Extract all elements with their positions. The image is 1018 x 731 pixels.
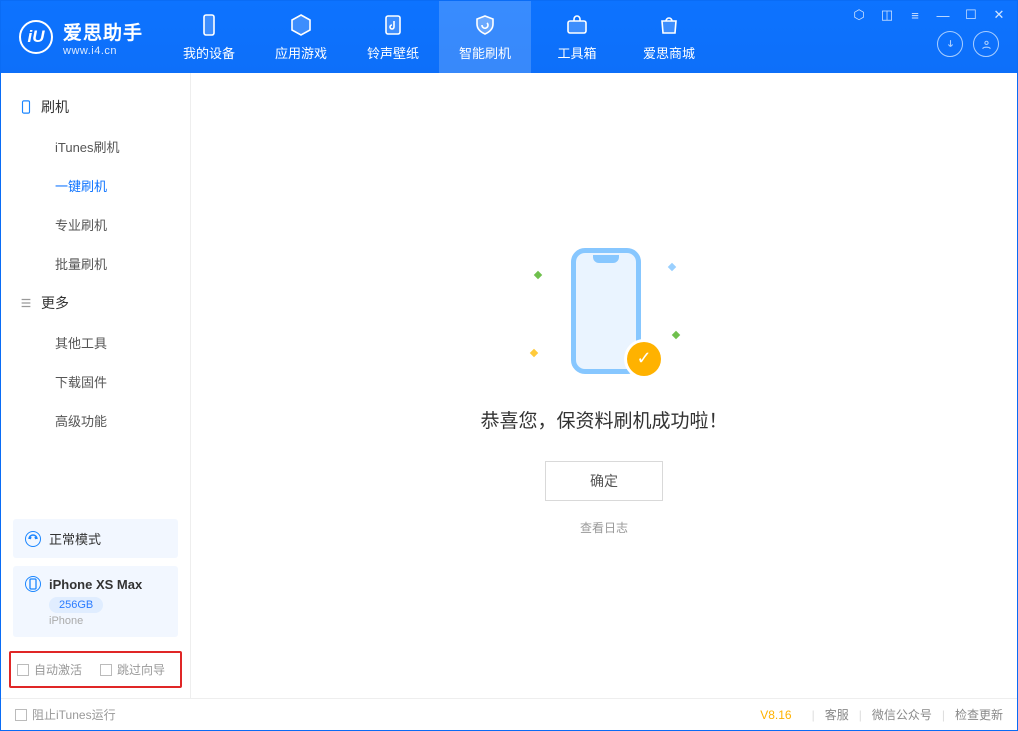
- close-button[interactable]: ✕: [991, 7, 1007, 23]
- sidebar-item-one-click-flash[interactable]: 一键刷机: [1, 166, 190, 205]
- titlebar-right: ⬡ ◫ ≡ ― ☐ ✕: [851, 1, 1017, 73]
- checkbox-block-itunes[interactable]: 阻止iTunes运行: [15, 706, 116, 723]
- nav-my-device[interactable]: 我的设备: [163, 1, 255, 73]
- checkbox-label: 阻止iTunes运行: [32, 706, 116, 723]
- section-title: 更多: [41, 293, 69, 313]
- sidebar-item-advanced[interactable]: 高级功能: [1, 401, 190, 440]
- sidebar-item-download-firmware[interactable]: 下载固件: [1, 362, 190, 401]
- titlebar: iU 爱思助手 www.i4.cn 我的设备 应用游戏 铃声壁纸 智能刷机: [1, 1, 1017, 73]
- version-label: V8.16: [760, 708, 791, 722]
- link-check-update[interactable]: 检查更新: [955, 706, 1003, 723]
- checkbox-auto-activate[interactable]: 自动激活: [17, 661, 82, 678]
- device-type: iPhone: [49, 615, 166, 627]
- checkbox-label: 自动激活: [34, 661, 82, 678]
- refresh-shield-icon: [473, 13, 497, 37]
- header-tools: [937, 31, 1007, 57]
- main-content: ✓ 恭喜您，保资料刷机成功啦！ 确定 查看日志: [191, 73, 1017, 698]
- mode-icon: [25, 531, 41, 547]
- nav-label: 爱思商城: [643, 43, 695, 62]
- checkbox-icon: [100, 664, 112, 676]
- minimize-button[interactable]: ―: [935, 8, 951, 23]
- checkbox-icon: [17, 664, 29, 676]
- account-button[interactable]: [973, 31, 999, 57]
- body: 刷机 iTunes刷机 一键刷机 专业刷机 批量刷机 更多 其他工具 下载固件 …: [1, 73, 1017, 698]
- app-window: iU 爱思助手 www.i4.cn 我的设备 应用游戏 铃声壁纸 智能刷机: [0, 0, 1018, 731]
- sidebar-item-other-tools[interactable]: 其他工具: [1, 323, 190, 362]
- device-card[interactable]: iPhone XS Max 256GB iPhone: [13, 566, 178, 637]
- status-right: V8.16 | 客服 | 微信公众号 | 检查更新: [760, 706, 1003, 723]
- confirm-button[interactable]: 确定: [545, 461, 663, 501]
- success-panel: ✓ 恭喜您，保资料刷机成功啦！ 确定 查看日志: [480, 236, 727, 536]
- success-message: 恭喜您，保资料刷机成功啦！: [480, 406, 727, 433]
- brand: iU 爱思助手 www.i4.cn: [1, 1, 163, 73]
- brand-name: 爱思助手: [63, 18, 143, 45]
- more-list: 其他工具 下载固件 高级功能: [1, 323, 190, 440]
- sidebar-section-more: 更多: [1, 283, 190, 323]
- status-bar: 阻止iTunes运行 V8.16 | 客服 | 微信公众号 | 检查更新: [1, 698, 1017, 730]
- nav-ringtones[interactable]: 铃声壁纸: [347, 1, 439, 73]
- mode-card[interactable]: 正常模式: [13, 519, 178, 558]
- cube-icon: [289, 13, 313, 37]
- nav-label: 工具箱: [558, 43, 597, 62]
- checkbox-icon: [15, 709, 27, 721]
- nav-apps[interactable]: 应用游戏: [255, 1, 347, 73]
- nav-toolbox[interactable]: 工具箱: [531, 1, 623, 73]
- flash-list: iTunes刷机 一键刷机 专业刷机 批量刷机: [1, 127, 190, 283]
- section-title: 刷机: [41, 97, 69, 117]
- window-controls: ⬡ ◫ ≡ ― ☐ ✕: [851, 7, 1007, 23]
- bag-icon: [657, 13, 681, 37]
- brand-url: www.i4.cn: [63, 45, 143, 57]
- download-button[interactable]: [937, 31, 963, 57]
- briefcase-icon: [565, 13, 589, 37]
- lock-icon[interactable]: ◫: [879, 7, 895, 23]
- sidebar: 刷机 iTunes刷机 一键刷机 专业刷机 批量刷机 更多 其他工具 下载固件 …: [1, 73, 191, 698]
- phone-icon: [197, 13, 221, 37]
- highlighted-options: 自动激活 跳过向导: [9, 651, 182, 688]
- sidebar-item-pro-flash[interactable]: 专业刷机: [1, 205, 190, 244]
- device-icon: [25, 576, 41, 592]
- link-wechat[interactable]: 微信公众号: [872, 706, 932, 723]
- nav-label: 我的设备: [183, 43, 235, 62]
- checkbox-skip-guide[interactable]: 跳过向导: [100, 661, 165, 678]
- nav-label: 铃声壁纸: [367, 43, 419, 62]
- success-illustration: ✓: [529, 236, 679, 386]
- nav-label: 应用游戏: [275, 43, 327, 62]
- music-file-icon: [381, 13, 405, 37]
- checkbox-label: 跳过向导: [117, 661, 165, 678]
- view-log-link[interactable]: 查看日志: [580, 519, 628, 536]
- link-support[interactable]: 客服: [825, 706, 849, 723]
- brand-logo: iU: [19, 20, 53, 54]
- sidebar-section-flash: 刷机: [1, 87, 190, 127]
- device-icon: [19, 100, 33, 114]
- status-left: 阻止iTunes运行: [15, 706, 116, 723]
- maximize-button[interactable]: ☐: [963, 7, 979, 23]
- shirt-icon[interactable]: ⬡: [851, 7, 867, 23]
- sidebar-bottom: 正常模式 iPhone XS Max 256GB iPhone: [1, 519, 190, 645]
- nav-flash[interactable]: 智能刷机: [439, 1, 531, 73]
- check-badge-icon: ✓: [627, 342, 661, 376]
- nav-store[interactable]: 爱思商城: [623, 1, 715, 73]
- sidebar-item-batch-flash[interactable]: 批量刷机: [1, 244, 190, 283]
- menu-icon[interactable]: ≡: [907, 8, 923, 23]
- mode-label: 正常模式: [49, 529, 101, 548]
- list-icon: [19, 296, 33, 310]
- device-storage: 256GB: [49, 597, 103, 613]
- top-nav: 我的设备 应用游戏 铃声壁纸 智能刷机 工具箱 爱思商城: [163, 1, 715, 73]
- sidebar-scroll: 刷机 iTunes刷机 一键刷机 专业刷机 批量刷机 更多 其他工具 下载固件 …: [1, 73, 190, 519]
- sidebar-item-itunes-flash[interactable]: iTunes刷机: [1, 127, 190, 166]
- device-name: iPhone XS Max: [49, 577, 142, 592]
- nav-label: 智能刷机: [459, 43, 511, 62]
- brand-text: 爱思助手 www.i4.cn: [63, 18, 143, 57]
